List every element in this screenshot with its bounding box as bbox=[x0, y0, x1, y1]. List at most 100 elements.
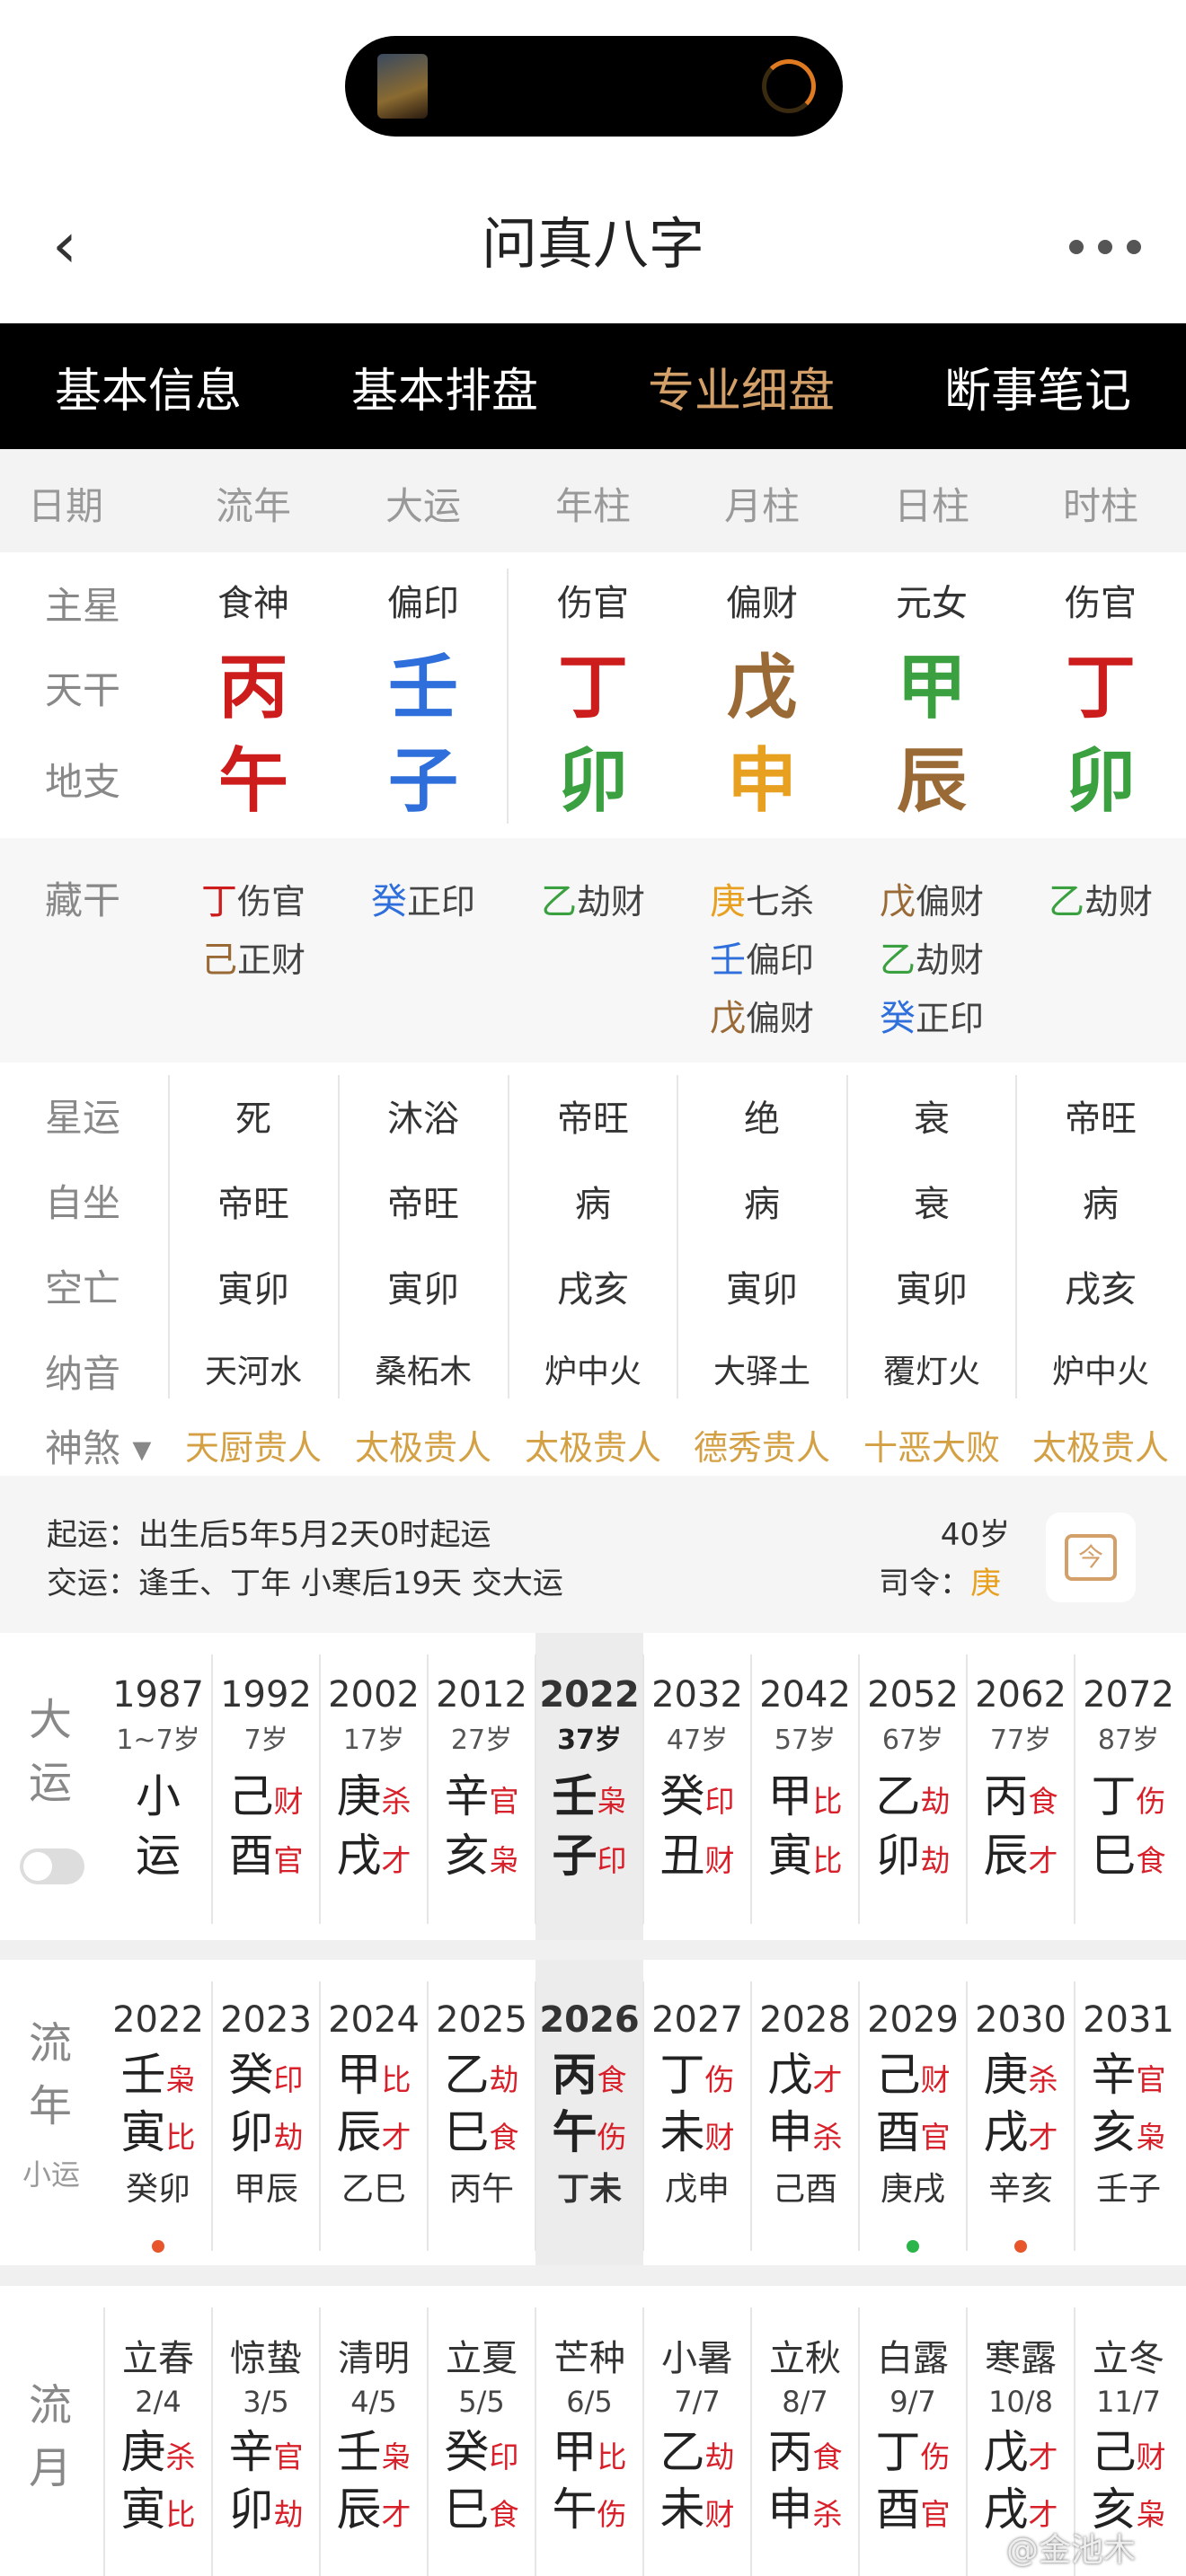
row-label-tiangan: 天干 bbox=[45, 668, 121, 712]
canggan-gan: 壬 bbox=[709, 940, 746, 981]
liuyue-date: 2/4 bbox=[135, 2385, 181, 2419]
liuyue-cell[interactable]: 立夏 5/5 癸印 巳食 bbox=[428, 2286, 535, 2576]
nayin-cell: 大驿土 bbox=[712, 1354, 810, 1390]
xiaoyun-toggle[interactable] bbox=[20, 1848, 84, 1884]
liunian-shishen: 财 bbox=[920, 2062, 951, 2097]
liunian-year: 2024 bbox=[328, 1999, 420, 2041]
liuyue-zhi: 申杀 bbox=[751, 2482, 859, 2537]
liunian-cell[interactable]: 2024 甲比 辰才 乙巳 bbox=[320, 1960, 428, 2265]
liunian-cell[interactable]: 2030 庚杀 戌才 辛亥 bbox=[967, 1960, 1075, 2265]
liunian-cell[interactable]: 2028 戊才 申杀 己酉 bbox=[751, 1960, 859, 2265]
row-label-shensha: 神煞 ▾ bbox=[45, 1426, 152, 1470]
dayun-cell[interactable]: 2052 67岁 乙劫 卯劫 bbox=[859, 1633, 967, 1940]
tab-notes[interactable]: 断事笔记 bbox=[890, 323, 1186, 449]
liuyue-char: 辛 bbox=[228, 2426, 274, 2478]
tiangan-cell: 壬 bbox=[387, 648, 458, 728]
back-icon[interactable]: ‹ bbox=[47, 214, 83, 277]
liuyue-char: 丙 bbox=[767, 2426, 813, 2478]
liunian-cell[interactable]: 2027 丁伤 未财 戊申 bbox=[643, 1960, 751, 2265]
liuyue-char: 壬 bbox=[336, 2426, 382, 2478]
zhuxing-cell: 伤官 bbox=[557, 583, 629, 624]
more-dots-icon[interactable] bbox=[1069, 225, 1141, 269]
liunian-char: 丙 bbox=[552, 2049, 597, 2101]
liuyue-cell[interactable]: 小暑 7/7 乙劫 未财 bbox=[643, 2286, 751, 2576]
siling-label: 司令： bbox=[879, 1566, 970, 1601]
liunian-zhi: 巳食 bbox=[428, 2105, 535, 2159]
liuyue-date: 4/5 bbox=[350, 2385, 397, 2419]
shensha-cell[interactable]: 十恶大败 bbox=[847, 1420, 1016, 1469]
canggan-gan: 癸 bbox=[370, 881, 407, 922]
dayun-year: 2052 bbox=[867, 1674, 959, 1716]
tab-basic-chart[interactable]: 基本排盘 bbox=[296, 323, 593, 449]
liunian-panel: 流年小运 2022 壬枭 寅比 癸卯 2023 癸印 卯劫 甲辰 2024 甲比 辰才 乙巳 2025 乙劫… bbox=[0, 1960, 1186, 2265]
dayun-gan: 丙食 bbox=[967, 1769, 1075, 1823]
zizuo-cell: 病 bbox=[744, 1184, 780, 1225]
dayun-age: 77岁 bbox=[989, 1725, 1052, 1756]
dayun-cell[interactable]: 2072 87岁 丁伤 巳食 bbox=[1075, 1633, 1182, 1940]
liunian-char: 巳 bbox=[444, 2106, 490, 2158]
liunian-shishen: 枭 bbox=[165, 2062, 196, 2097]
dayun-char: 乙 bbox=[875, 1770, 921, 1822]
liunian-char: 午 bbox=[552, 2106, 597, 2158]
canggan-gan: 己 bbox=[200, 940, 237, 981]
liuyue-shishen: 比 bbox=[165, 2497, 196, 2532]
xiaoyun-ganzhi: 己酉 bbox=[772, 2171, 837, 2208]
canggan-item: 戊偏财 bbox=[677, 989, 846, 1041]
liunian-shishen: 官 bbox=[1136, 2062, 1166, 2097]
liunian-shishen: 官 bbox=[920, 2120, 951, 2155]
liunian-char: 未 bbox=[659, 2106, 705, 2158]
liuyue-char: 申 bbox=[767, 2483, 813, 2536]
dayun-cell[interactable]: 2012 27岁 辛官 亥枭 bbox=[428, 1633, 535, 1940]
dayun-cell[interactable]: 2032 47岁 癸印 丑财 bbox=[643, 1633, 751, 1940]
liunian-cell[interactable]: 2023 癸印 卯劫 甲辰 bbox=[212, 1960, 320, 2265]
shensha-cell[interactable]: 太极贵人 bbox=[339, 1420, 508, 1469]
liuyue-cell[interactable]: 惊蛰 3/5 辛官 卯劫 bbox=[212, 2286, 320, 2576]
dayun-char: 辛 bbox=[444, 1770, 490, 1822]
liunian-shishen: 杀 bbox=[812, 2120, 843, 2155]
nayin-cell: 天河水 bbox=[204, 1354, 302, 1390]
dynamic-island[interactable] bbox=[345, 36, 843, 137]
liunian-gan: 戊才 bbox=[751, 2048, 859, 2102]
dayun-cell[interactable]: 2062 77岁 丙食 辰才 bbox=[967, 1633, 1075, 1940]
calendar-button[interactable]: 今 bbox=[1046, 1513, 1136, 1602]
liuyue-cell[interactable]: 立春 2/4 庚杀 寅比 bbox=[104, 2286, 212, 2576]
liunian-gan: 丙食 bbox=[535, 2048, 643, 2102]
shensha-cell[interactable]: 太极贵人 bbox=[509, 1420, 677, 1469]
canggan-gan: 戊 bbox=[879, 881, 916, 922]
liunian-cell[interactable]: 2026 丙食 午伤 丁未 bbox=[535, 1960, 643, 2265]
liuyue-divider bbox=[211, 2307, 213, 2576]
dayun-divider bbox=[319, 1654, 321, 1924]
liuyue-cell[interactable]: 白露 9/7 丁伤 酉官 bbox=[859, 2286, 967, 2576]
nayin-cell: 覆灯火 bbox=[882, 1354, 980, 1390]
dayun-cell[interactable]: 2042 57岁 甲比 寅比 bbox=[751, 1633, 859, 1940]
shensha-cell[interactable]: 德秀贵人 bbox=[677, 1420, 846, 1469]
tiangan-cell: 戊 bbox=[726, 648, 797, 728]
tab-detailed-chart[interactable]: 专业细盘 bbox=[593, 323, 890, 449]
liuyue-jieqi: 立春 bbox=[122, 2338, 194, 2379]
dayun-year: 2002 bbox=[328, 1674, 420, 1716]
dayun-shishen: 印 bbox=[704, 1784, 735, 1819]
canggan-gan: 乙 bbox=[879, 940, 916, 981]
dayun-cell[interactable]: 2002 17岁 庚杀 戌才 bbox=[320, 1633, 428, 1940]
liuyue-divider bbox=[966, 2307, 968, 2576]
liunian-cell[interactable]: 2029 己财 酉官 庚戌 bbox=[859, 1960, 967, 2265]
dayun-age: 27岁 bbox=[450, 1725, 513, 1756]
liuyue-date: 7/7 bbox=[674, 2385, 721, 2419]
dayun-cell[interactable]: 2022 37岁 壬枭 子印 bbox=[535, 1633, 643, 1940]
liuyue-jieqi: 立夏 bbox=[446, 2338, 518, 2379]
xingyun-cell: 帝旺 bbox=[557, 1098, 629, 1140]
dayun-cell[interactable]: 1987 1~7岁小运 bbox=[104, 1633, 212, 1940]
shensha-cell[interactable]: 太极贵人 bbox=[1016, 1420, 1185, 1469]
liuyue-cell[interactable]: 清明 4/5 壬枭 辰才 bbox=[320, 2286, 428, 2576]
liunian-cell[interactable]: 2025 乙劫 巳食 丙午 bbox=[428, 1960, 535, 2265]
liuyue-cell[interactable]: 立秋 8/7 丙食 申杀 bbox=[751, 2286, 859, 2576]
liunian-zhi: 戌才 bbox=[967, 2105, 1075, 2159]
shensha-cell[interactable]: 天厨贵人 bbox=[169, 1420, 338, 1469]
liunian-cell[interactable]: 2031 辛官 亥枭 壬子 bbox=[1075, 1960, 1182, 2265]
liunian-cell[interactable]: 2022 壬枭 寅比 癸卯 bbox=[104, 1960, 212, 2265]
tab-basic-info[interactable]: 基本信息 bbox=[0, 323, 296, 449]
liuyue-divider bbox=[858, 2307, 860, 2576]
dayun-cell[interactable]: 1992 7岁 己财 酉官 bbox=[212, 1633, 320, 1940]
liuyue-cell[interactable]: 芒种 6/5 甲比 午伤 bbox=[535, 2286, 643, 2576]
liunian-divider bbox=[427, 1981, 429, 2251]
